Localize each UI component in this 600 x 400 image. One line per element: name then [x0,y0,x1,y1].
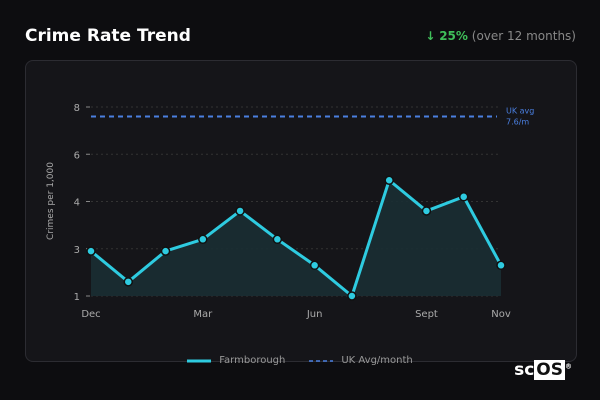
line-chart: 1 3 4 6 8 Crimes per 1,000 Dec Mar Jun Sept Nov UK … [46,103,534,320]
scos-logo: sc OS ® [514,360,572,380]
data-point [123,277,134,287]
series-area [91,180,501,296]
data-point [496,260,506,271]
y-tick-label: 1 [74,292,80,303]
legend-label: Farmborough [219,355,286,366]
legend: Farmborough UK Avg/month [0,355,600,366]
uk-avg-label: UK avg [506,106,534,115]
data-point [347,291,357,301]
data-point [272,234,283,245]
legend-item-uk-avg[interactable]: UK Avg/month [309,355,413,366]
legend-item-farmborough[interactable]: Farmborough [187,355,285,366]
uk-avg-value: 7.6/m [506,117,529,126]
y-axis-label: Crimes per 1,000 [46,162,56,240]
y-tick-label: 6 [74,150,80,161]
data-point [421,206,432,216]
x-tick-label: Dec [81,309,100,320]
data-point [458,192,469,202]
x-tick-label: Nov [491,309,511,320]
data-point [309,260,320,271]
data-point [198,234,208,245]
data-point [86,246,96,256]
data-point [384,175,394,185]
x-tick-label: Sept [415,309,438,320]
data-point [160,246,171,256]
legend-label: UK Avg/month [341,355,413,366]
x-tick-label: Jun [306,309,323,320]
y-tick-label: 4 [74,198,80,209]
data-point [235,206,245,216]
x-tick-label: Mar [193,309,213,320]
y-tick-label: 8 [74,103,80,114]
y-tick-label: 3 [74,245,80,256]
